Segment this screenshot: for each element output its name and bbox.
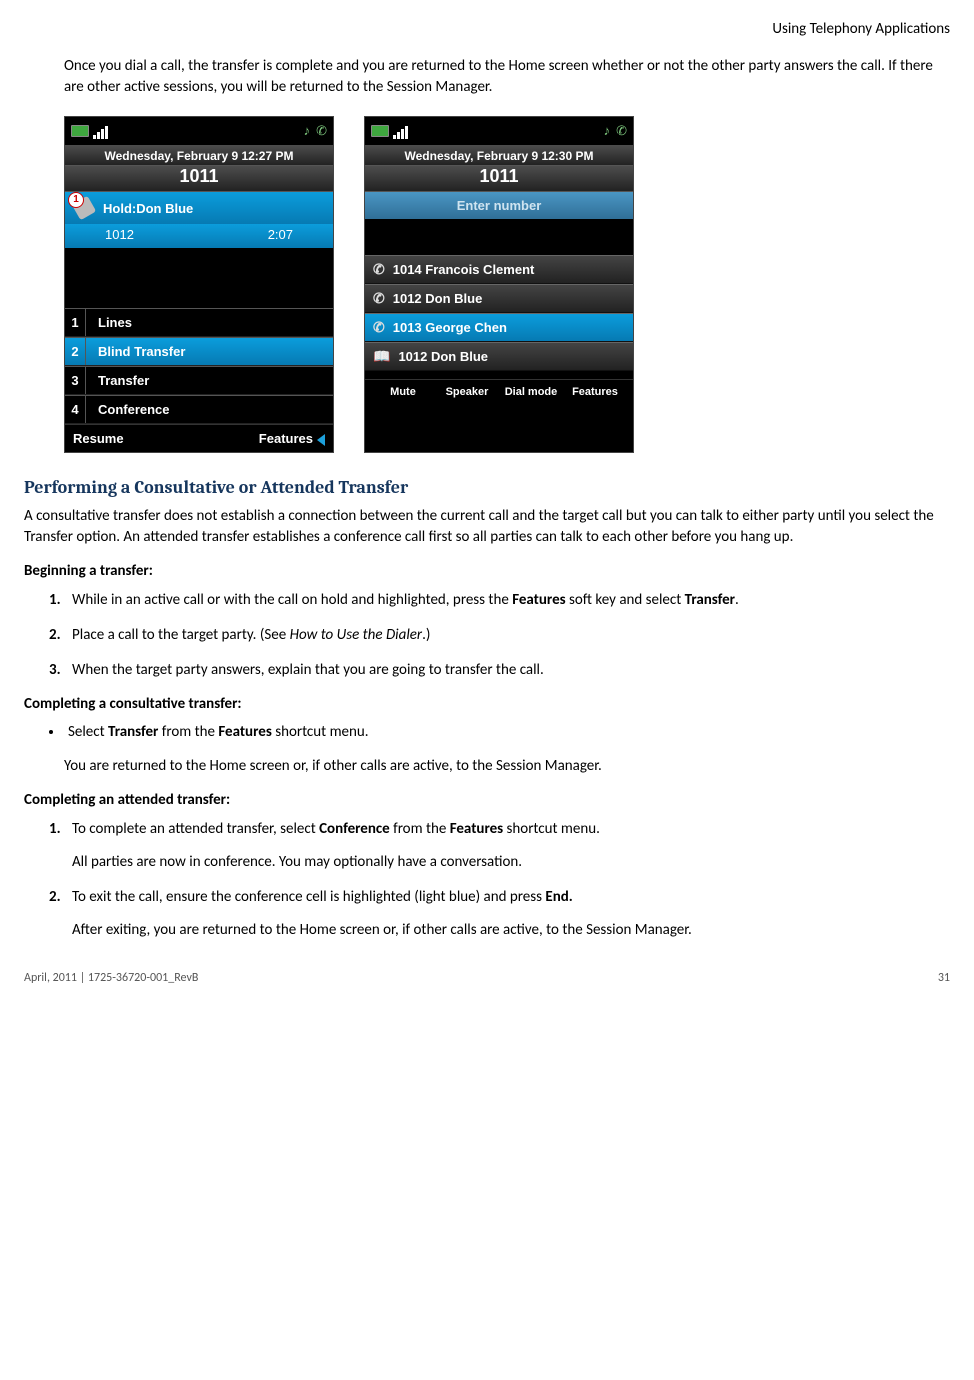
- date-bar: Wednesday, February 9 12:27 PM: [65, 145, 333, 166]
- menu-item-blind-transfer: 2Blind Transfer: [65, 337, 333, 366]
- subheading-consult: Completing a consultative transfer:: [24, 695, 950, 713]
- step-2: Place a call to the target party. (See H…: [64, 625, 950, 646]
- step-3: When the target party answers, explain t…: [64, 660, 950, 681]
- attended-step-2-sub: After exiting, you are returned to the H…: [72, 920, 950, 941]
- status-icons: ♪✆: [598, 123, 627, 139]
- hold-row: 1 Hold:Don Blue: [65, 192, 333, 224]
- footer-left: April, 2011 | 1725-36720-001_RevB: [24, 971, 198, 985]
- phone-icon: ✆: [373, 319, 385, 336]
- empty-area: [365, 371, 633, 379]
- consult-bullets: Select Transfer from the Features shortc…: [64, 723, 950, 741]
- attended-step-2: To exit the call, ensure the conference …: [64, 887, 950, 941]
- status-bar: ♪✆: [65, 117, 333, 145]
- battery-icon: [371, 125, 389, 137]
- enter-number-prompt: Enter number: [365, 192, 633, 219]
- softkey-bar: Mute Speaker Dial mode Features: [365, 379, 633, 404]
- book-icon: 📖: [373, 348, 390, 365]
- chevron-left-icon: [317, 434, 325, 446]
- softkey-mute: Mute: [373, 386, 433, 398]
- softkey-dialmode: Dial mode: [501, 386, 561, 398]
- status-icons: ♪✆: [298, 123, 327, 139]
- hold-icon: 1: [71, 195, 97, 221]
- subheading-attended: Completing an attended transfer:: [24, 791, 950, 809]
- screenshot-row: ♪✆ Wednesday, February 9 12:27 PM 1011 1…: [64, 116, 950, 453]
- contact-row: ✆1014 Francois Clement: [365, 255, 633, 284]
- consult-bullet: Select Transfer from the Features shortc…: [64, 723, 950, 741]
- section-heading: Performing a Consultative or Attended Tr…: [24, 477, 950, 498]
- menu-item-conference: 4Conference: [65, 395, 333, 424]
- contact-row: 📖1012 Don Blue: [365, 342, 633, 371]
- phone-screenshot-left: ♪✆ Wednesday, February 9 12:27 PM 1011 1…: [64, 116, 334, 453]
- contact-row: ✆1013 George Chen: [365, 313, 633, 342]
- softkey-features: Features: [259, 431, 325, 446]
- hold-label: Hold:Don Blue: [103, 201, 193, 216]
- contact-row: ✆1012 Don Blue: [365, 284, 633, 313]
- menu-item-lines: 1Lines: [65, 308, 333, 337]
- signal-icon: [93, 124, 109, 139]
- phone-icon: ✆: [373, 261, 385, 278]
- page-footer: April, 2011 | 1725-36720-001_RevB 31: [24, 971, 950, 985]
- softkey-speaker: Speaker: [437, 386, 497, 398]
- intro-paragraph: Once you dial a call, the transfer is co…: [64, 56, 950, 98]
- attended-steps: To complete an attended transfer, select…: [64, 819, 950, 941]
- menu-item-transfer: 3Transfer: [65, 366, 333, 395]
- step-1: While in an active call or with the call…: [64, 590, 950, 611]
- extension-bar: 1011: [65, 166, 333, 192]
- date-bar: Wednesday, February 9 12:30 PM: [365, 145, 633, 166]
- page-header: Using Telephony Applications: [24, 20, 950, 38]
- empty-area: [365, 219, 633, 255]
- signal-icon: [393, 124, 409, 139]
- footer-page: 31: [938, 971, 950, 985]
- empty-area: [65, 248, 333, 308]
- begin-steps: While in an active call or with the call…: [64, 590, 950, 681]
- features-menu: 1Lines 2Blind Transfer 3Transfer 4Confer…: [65, 308, 333, 424]
- attended-step-1-sub: All parties are now in conference. You m…: [72, 852, 950, 873]
- softkey-bar: Resume Features: [65, 424, 333, 452]
- hold-details: 1012 2:07: [65, 224, 333, 248]
- phone-icon: ✆: [373, 290, 385, 307]
- section-paragraph: A consultative transfer does not establi…: [24, 506, 950, 548]
- softkey-resume: Resume: [73, 431, 124, 446]
- battery-icon: [71, 125, 89, 137]
- attended-step-1: To complete an attended transfer, select…: [64, 819, 950, 873]
- hold-number: 1012: [105, 227, 134, 242]
- extension-bar: 1011: [365, 166, 633, 192]
- softkey-features: Features: [565, 386, 625, 398]
- hold-timer: 2:07: [268, 227, 293, 242]
- consult-result: You are returned to the Home screen or, …: [64, 756, 950, 777]
- phone-screenshot-right: ♪✆ Wednesday, February 9 12:30 PM 1011 E…: [364, 116, 634, 453]
- subheading-begin: Beginning a transfer:: [24, 562, 950, 580]
- status-bar: ♪✆: [365, 117, 633, 145]
